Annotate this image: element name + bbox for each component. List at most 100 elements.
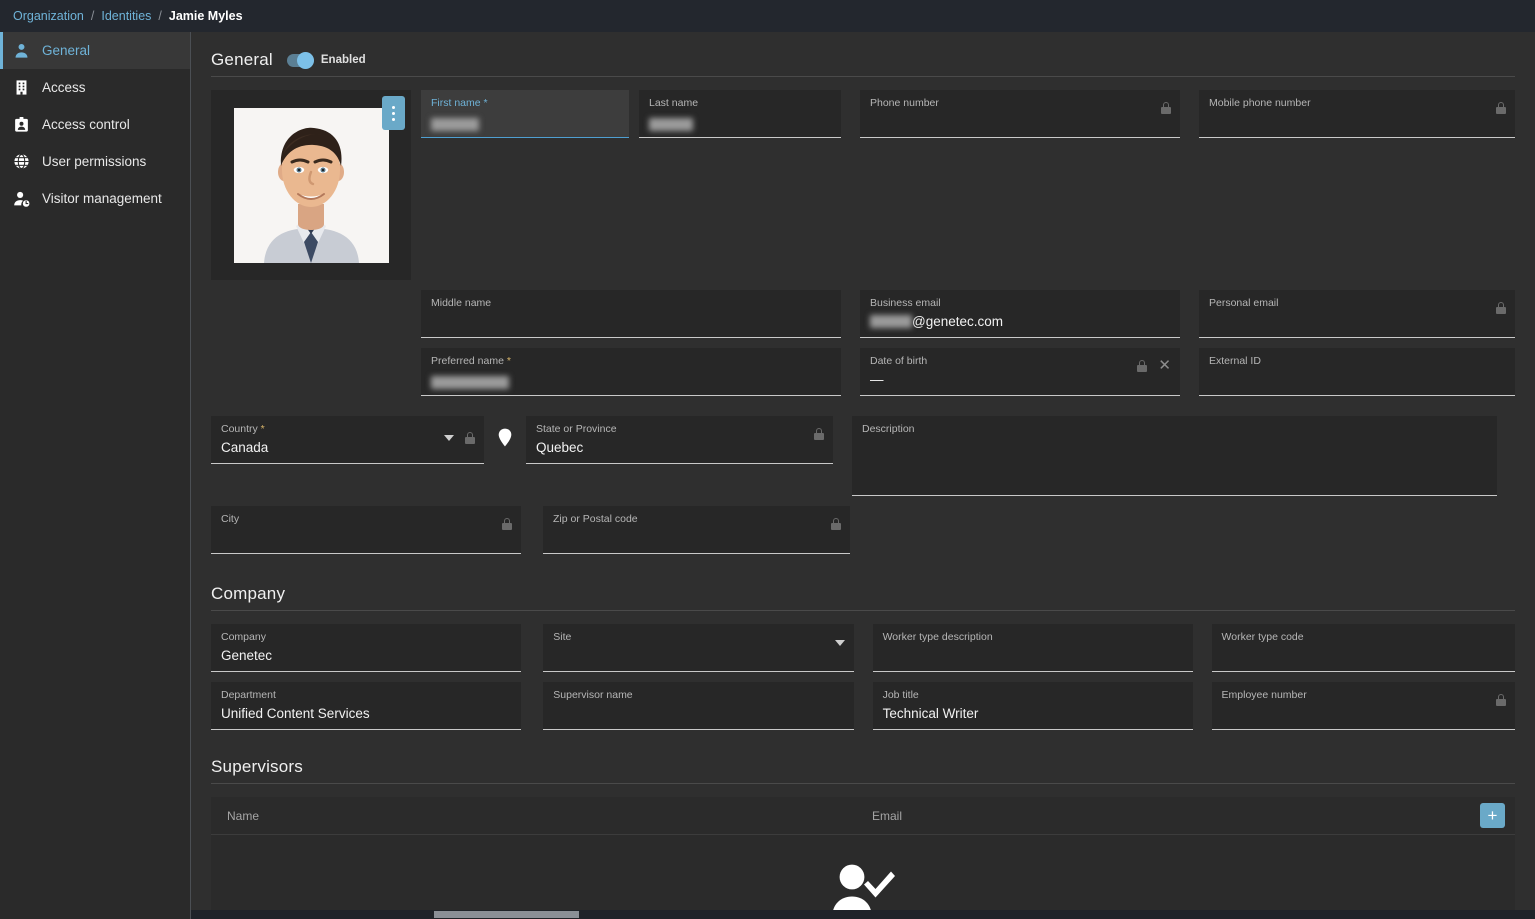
- company-row-2: Department Unified Content Services Supe…: [211, 682, 1516, 730]
- identity-row-3: Preferred name * Date of birth — ✕ Exter…: [421, 348, 1515, 396]
- enabled-toggle-group[interactable]: Enabled: [286, 51, 366, 69]
- lock-icon: [814, 428, 824, 440]
- state-or-province-field[interactable]: State or Province Quebec: [526, 416, 833, 464]
- lock-icon: [1496, 102, 1506, 114]
- scrollbar-thumb[interactable]: [434, 911, 579, 918]
- required-marker: *: [503, 355, 511, 367]
- personal-email-field[interactable]: Personal email: [1199, 290, 1515, 338]
- business-email-value: @genetec.com: [870, 312, 1170, 331]
- sidebar-item-label: Visitor management: [42, 191, 162, 206]
- date-of-birth-value: —: [870, 372, 884, 387]
- location-pin-icon: [498, 428, 512, 447]
- identity-row-2: Middle name Business email @genetec.com …: [421, 290, 1515, 338]
- content-pane: General Enabled First name * Last name P…: [191, 32, 1535, 919]
- lock-icon: [502, 518, 512, 530]
- general-section-header: General Enabled: [211, 50, 1515, 70]
- toggle-knob: [296, 51, 314, 69]
- mobile-phone-number-field[interactable]: Mobile phone number: [1199, 90, 1515, 138]
- breadcrumb-item-organization[interactable]: Organization: [9, 9, 88, 23]
- section-divider: [211, 76, 1515, 77]
- middle-name-field[interactable]: Middle name: [421, 290, 841, 338]
- section-divider: [211, 783, 1515, 784]
- company-field[interactable]: Company Genetec: [211, 624, 522, 672]
- first-name-label: First name *: [431, 97, 488, 109]
- preferred-name-field[interactable]: Preferred name *: [421, 348, 841, 396]
- worker-type-code-field[interactable]: Worker type code: [1211, 624, 1516, 672]
- person-clock-icon: [12, 189, 31, 208]
- business-email-field[interactable]: Business email @genetec.com: [860, 290, 1180, 338]
- identity-row-1: First name * Last name Phone number Mobi…: [211, 90, 1515, 280]
- worker-type-description-field[interactable]: Worker type description: [872, 624, 1193, 672]
- breadcrumb-separator: /: [158, 9, 162, 23]
- sidebar-item-label: General: [42, 43, 91, 58]
- kebab-dot: [392, 105, 395, 109]
- department-field[interactable]: Department Unified Content Services: [211, 682, 522, 730]
- kebab-menu-icon[interactable]: [382, 96, 405, 130]
- clear-date-of-birth-icon[interactable]: ✕: [1158, 358, 1171, 373]
- section-title-supervisors: Supervisors: [211, 757, 303, 776]
- description-label: Description: [862, 423, 915, 435]
- state-or-province-value: Quebec: [536, 440, 584, 455]
- sidebar-item-general[interactable]: General: [0, 32, 190, 69]
- last-name-field[interactable]: Last name: [639, 90, 841, 138]
- address-row-2: City Zip or Postal code: [211, 506, 1515, 554]
- description-field[interactable]: Description: [852, 416, 1497, 496]
- last-name-label: Last name: [649, 97, 699, 109]
- column-header-email: Email: [872, 808, 903, 823]
- lock-icon: [465, 432, 475, 444]
- sidebar-item-access[interactable]: Access: [0, 69, 190, 106]
- sidebar: General Access Access control User permi…: [0, 32, 191, 919]
- supervisor-name-field[interactable]: Supervisor name: [543, 682, 854, 730]
- horizontal-scrollbar[interactable]: [191, 910, 1535, 919]
- building-icon: [12, 78, 31, 97]
- sidebar-item-label: Access control: [42, 117, 130, 132]
- lock-icon: [1496, 694, 1507, 706]
- country-field[interactable]: Country * Canada: [211, 416, 484, 464]
- phone-number-label: Phone number: [870, 97, 939, 109]
- supervisors-table-header: Name Email +: [211, 797, 1515, 835]
- site-label: Site: [553, 631, 572, 643]
- business-email-label: Business email: [870, 297, 941, 309]
- company-value: Genetec: [221, 648, 273, 663]
- country-value: Canada: [221, 440, 269, 455]
- supervisors-section-header: Supervisors: [211, 757, 1515, 777]
- enabled-toggle[interactable]: [286, 51, 314, 69]
- employee-number-field[interactable]: Employee number: [1211, 682, 1516, 730]
- external-id-field[interactable]: External ID: [1199, 348, 1515, 396]
- company-section-header: Company: [211, 584, 1515, 604]
- phone-number-field[interactable]: Phone number: [860, 90, 1180, 138]
- sidebar-item-visitor-management[interactable]: Visitor management: [0, 180, 190, 217]
- preferred-name-label: Preferred name *: [431, 355, 511, 367]
- date-of-birth-label: Date of birth: [870, 355, 928, 367]
- globe-icon: [12, 152, 31, 171]
- site-field[interactable]: Site: [543, 624, 854, 672]
- job-title-field[interactable]: Job title Technical Writer: [872, 682, 1193, 730]
- chevron-down-icon[interactable]: [444, 435, 454, 441]
- breadcrumb-item-identities[interactable]: Identities: [97, 9, 155, 23]
- add-supervisor-button[interactable]: +: [1480, 803, 1505, 828]
- first-name-field[interactable]: First name *: [421, 90, 629, 138]
- avatar[interactable]: [233, 107, 389, 263]
- sidebar-item-access-control[interactable]: Access control: [0, 106, 190, 143]
- state-or-province-label: State or Province: [536, 423, 617, 435]
- city-label: City: [221, 513, 240, 525]
- sidebar-item-label: Access: [42, 80, 86, 95]
- middle-name-label: Middle name: [431, 297, 492, 309]
- preferred-name-value: [431, 370, 831, 389]
- date-of-birth-field[interactable]: Date of birth — ✕: [860, 348, 1180, 396]
- lock-icon: [1161, 102, 1171, 114]
- chevron-down-icon[interactable]: [834, 640, 845, 646]
- company-label: Company: [221, 631, 266, 643]
- lock-icon: [831, 518, 841, 530]
- required-marker: *: [480, 97, 488, 109]
- sidebar-item-user-permissions[interactable]: User permissions: [0, 143, 190, 180]
- section-divider: [211, 610, 1515, 611]
- personal-email-label: Personal email: [1209, 297, 1279, 309]
- zip-or-postal-code-field[interactable]: Zip or Postal code: [543, 506, 850, 554]
- city-field[interactable]: City: [211, 506, 521, 554]
- lock-icon: [1137, 360, 1148, 372]
- supervisor-name-label: Supervisor name: [553, 689, 633, 701]
- photo-cell: [211, 90, 411, 280]
- person-icon: [12, 41, 31, 60]
- kebab-dot: [392, 117, 395, 121]
